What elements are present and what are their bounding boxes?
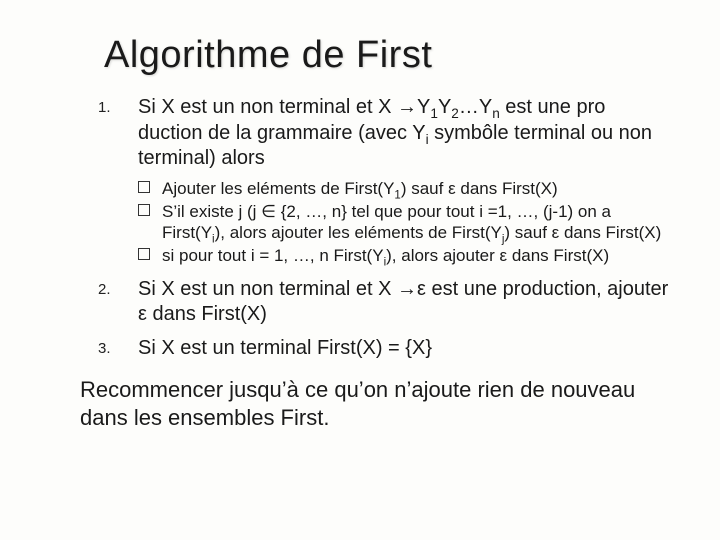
list-item: Si X est un terminal First(X) = {X} (138, 336, 672, 362)
list-item: Si X est un non terminal et X →Y1Y2…Yn e… (138, 95, 672, 267)
closing-text: Recommencer jusqu’à ce qu’on n’ajoute ri… (80, 376, 662, 432)
slide: Algorithme de First Si X est un non term… (0, 0, 720, 540)
item-text: Si X est un non terminal et X →ε est une… (138, 278, 668, 326)
item-text: Si X est un terminal First(X) = {X} (138, 337, 432, 359)
item-text: Si X est un non terminal et X →Y1Y2…Yn e… (138, 96, 652, 169)
sub-list: Ajouter les eléments de First(Y1) sauf ε… (138, 178, 672, 267)
sub-item: si pour tout i = 1, …, n First(Yi), alor… (138, 245, 672, 267)
slide-title: Algorithme de First (104, 34, 672, 77)
sub-item: S’il existe j (j ∈ {2, …, n} tel que pou… (138, 201, 672, 245)
sub-item: Ajouter les eléments de First(Y1) sauf ε… (138, 178, 672, 200)
list-item: Si X est un non terminal et X →ε est une… (138, 277, 672, 328)
numbered-list: Si X est un non terminal et X →Y1Y2…Yn e… (138, 95, 672, 362)
